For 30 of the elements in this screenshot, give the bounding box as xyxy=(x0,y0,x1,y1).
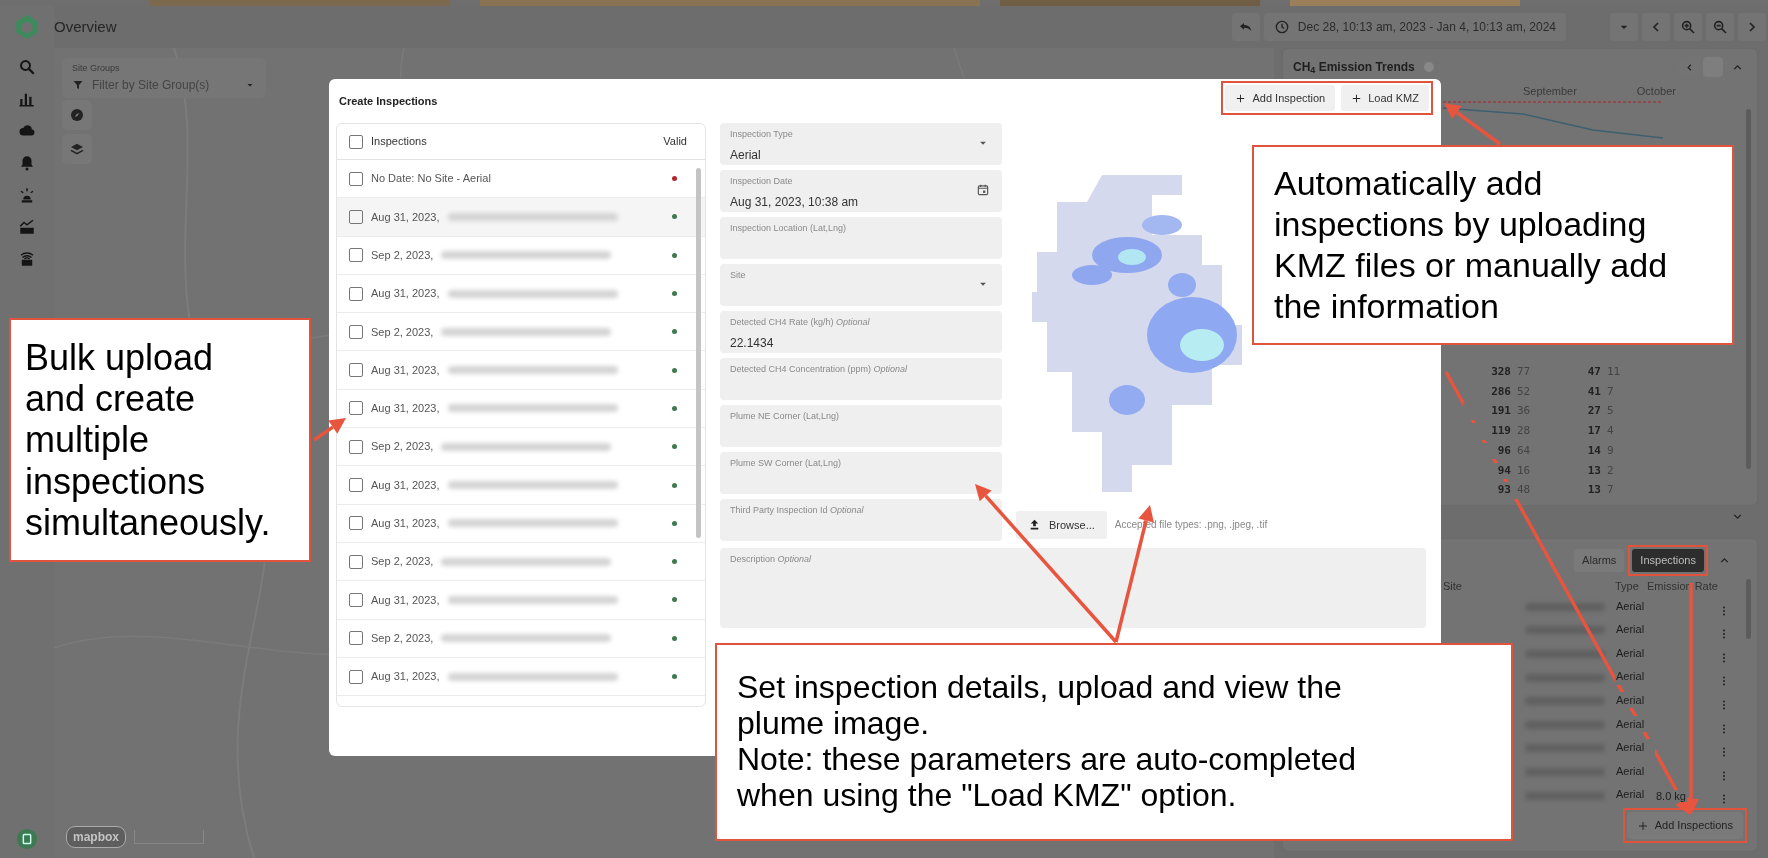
axis-label: September xyxy=(1523,84,1577,99)
zoom-in-button[interactable] xyxy=(1674,13,1702,41)
app-icon[interactable] xyxy=(16,827,38,850)
axis-label: October xyxy=(1636,84,1676,99)
bell-icon xyxy=(18,154,36,172)
panel-title: CH$_{4}$ Emission Trends xyxy=(1293,59,1415,76)
alarm-light-icon xyxy=(18,186,36,204)
table-cell: Aerial xyxy=(1615,739,1655,756)
tab[interactable]: Inspections xyxy=(1632,549,1704,572)
zoom-in-icon xyxy=(1680,19,1696,35)
table-cell: 191 xyxy=(1463,403,1511,420)
next-button[interactable] xyxy=(1738,13,1766,41)
column-header: Type xyxy=(1615,578,1640,594)
plus-icon xyxy=(1351,92,1363,104)
chart-icon xyxy=(18,218,36,236)
logo-icon xyxy=(14,14,40,40)
search-icon xyxy=(18,58,36,76)
zoom-out-button[interactable] xyxy=(1706,13,1734,41)
action-button[interactable]: Load KMZ xyxy=(1341,84,1429,112)
zoom-out-icon xyxy=(1712,19,1728,35)
page-title: Overview xyxy=(54,16,117,37)
plus-icon xyxy=(1636,819,1649,832)
table-cell: 8.0 kg xyxy=(1655,789,1687,802)
undo-button[interactable] xyxy=(1231,13,1260,41)
router-icon xyxy=(18,250,36,268)
callout-text: Automatically add inspections by uploading KMZ files or manually add the information xyxy=(1274,163,1669,327)
clock-icon xyxy=(1273,19,1290,35)
column-header: Site xyxy=(1443,578,1463,594)
previous-button[interactable] xyxy=(1642,13,1670,41)
add-inspections-button[interactable]: Add Inspections xyxy=(1626,812,1743,839)
